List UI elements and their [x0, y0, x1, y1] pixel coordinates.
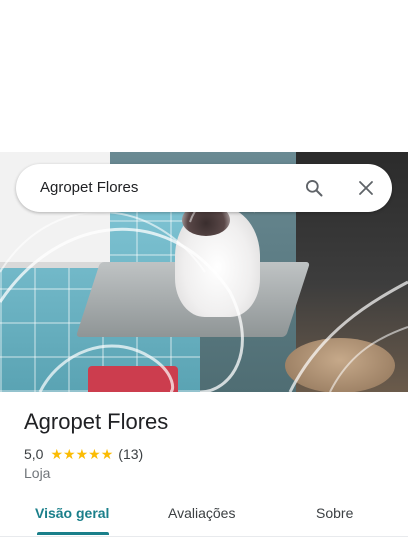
tab-bar: Visão geral Avaliações Sobre: [0, 496, 408, 537]
rating-stars: ★ ★ ★ ★ ★: [50, 447, 113, 461]
close-icon[interactable]: [354, 176, 378, 200]
star-icon: ★: [75, 446, 89, 462]
star-icon: ★: [100, 446, 114, 462]
search-icon[interactable]: [302, 176, 326, 200]
tab-overview[interactable]: Visão geral: [35, 505, 109, 521]
star-icon: ★: [63, 446, 76, 462]
review-count[interactable]: (13): [118, 446, 143, 462]
place-name: Agropet Flores: [24, 409, 169, 434]
tab-reviews[interactable]: Avaliações: [168, 505, 235, 521]
place-category[interactable]: Loja: [24, 465, 50, 481]
tab-about[interactable]: Sobre: [316, 505, 353, 521]
active-tab-indicator: [37, 532, 109, 535]
star-icon: ★: [50, 446, 64, 462]
search-input[interactable]: Agropet Flores: [40, 179, 138, 196]
rating-row[interactable]: 5,0 ★ ★ ★ ★ ★ (13): [24, 445, 143, 463]
search-bar[interactable]: Agropet Flores: [16, 164, 392, 212]
star-icon: ★: [88, 446, 101, 462]
rating-value: 5,0: [24, 446, 44, 462]
